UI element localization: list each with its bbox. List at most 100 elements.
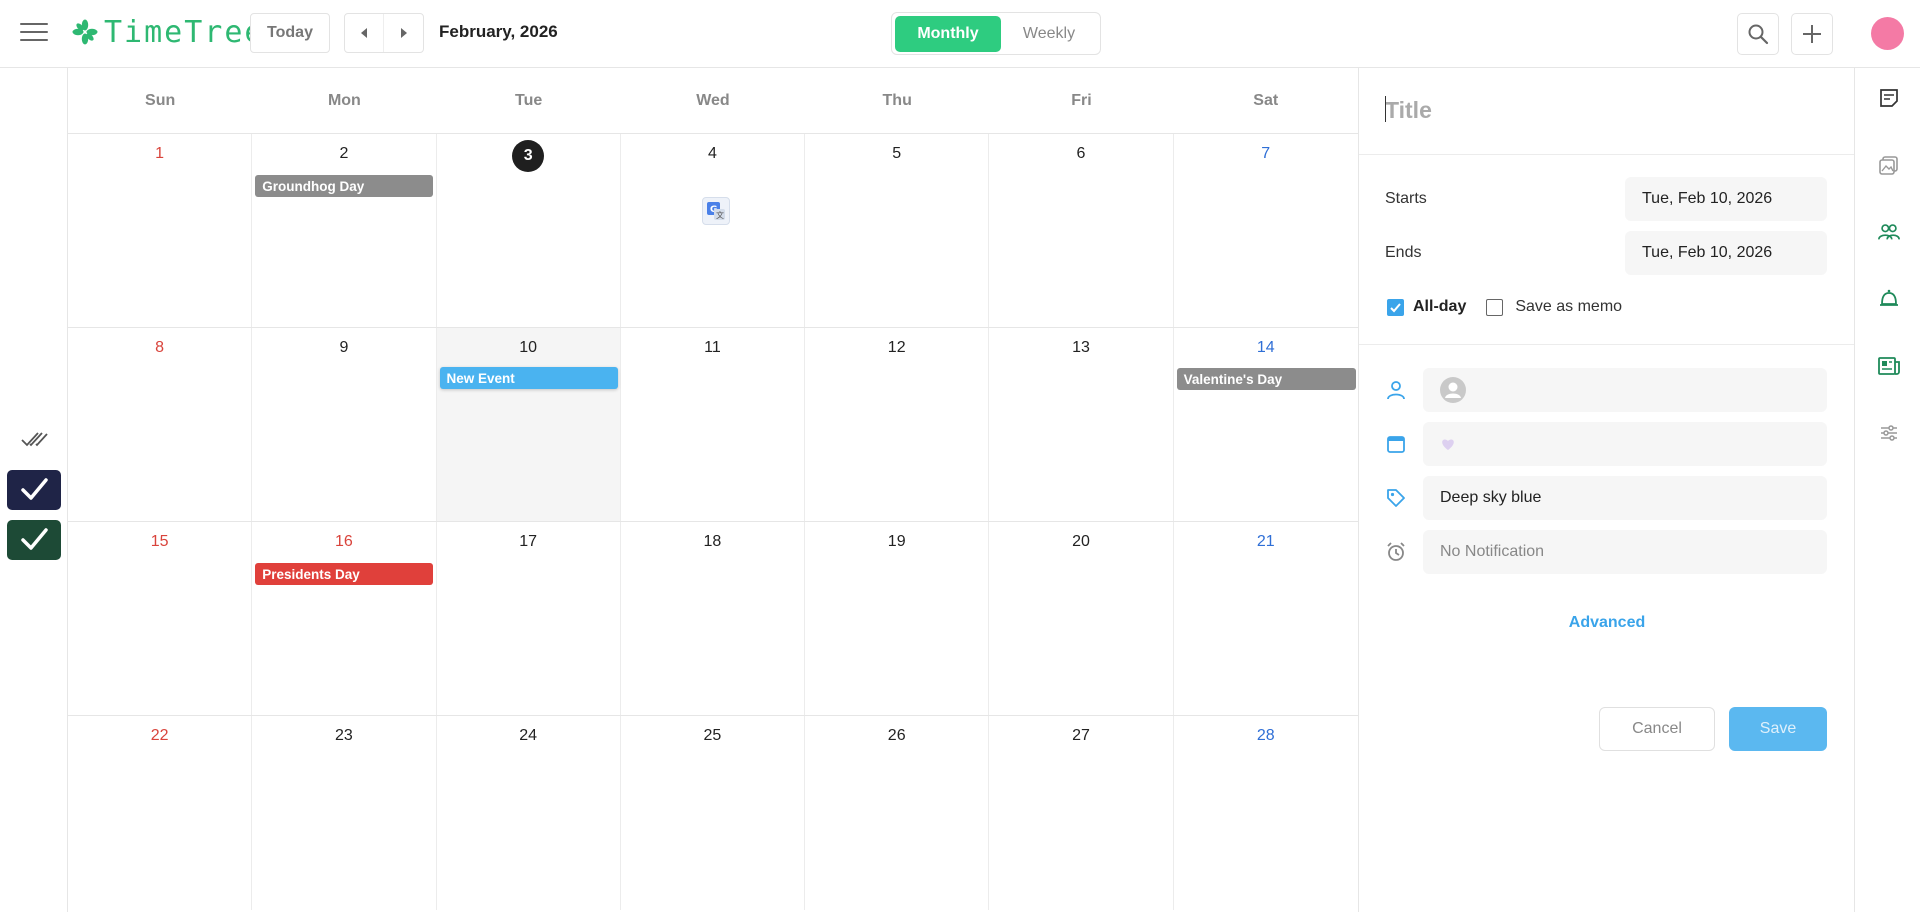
day-cell[interactable]: 11 (621, 328, 806, 521)
day-cell[interactable]: 3 (437, 134, 621, 327)
add-event-button[interactable] (1791, 13, 1833, 55)
weeks-grid: 1 2 Groundhog Day 3 4 G 文 5 6 7 8 9 10 N… (68, 134, 1358, 910)
week-row: 22 23 24 25 26 27 28 (68, 716, 1358, 910)
day-cell[interactable]: 26 (805, 716, 990, 910)
day-cell[interactable]: 22 (68, 716, 253, 910)
title-input[interactable] (1385, 90, 1825, 130)
double-check-icon[interactable] (20, 430, 48, 453)
day-cell[interactable]: 1 (68, 134, 253, 327)
day-number: 15 (150, 533, 169, 550)
day-number: 14 (1256, 339, 1275, 356)
alarm-clock-icon (1385, 541, 1407, 563)
day-number: 4 (707, 145, 717, 162)
day-cell[interactable]: 23 (252, 716, 437, 910)
app-logo[interactable]: TimeTree (72, 14, 265, 50)
next-month-button[interactable] (384, 14, 423, 52)
day-cell[interactable]: 24 (437, 716, 621, 910)
day-number: 1 (155, 145, 165, 162)
day-cell[interactable]: 6 (989, 134, 1174, 327)
attendee-field[interactable] (1423, 368, 1827, 412)
day-cell[interactable]: 16 Presidents Day (252, 522, 437, 715)
notification-bell-icon[interactable] (1877, 287, 1901, 311)
day-number: 23 (335, 727, 353, 744)
memo-checkbox[interactable] (1486, 298, 1504, 316)
cancel-button[interactable]: Cancel (1599, 707, 1715, 751)
day-cell[interactable]: 4 G 文 (621, 134, 806, 327)
day-number: 2 (339, 145, 349, 162)
day-cell[interactable]: 7 (1174, 134, 1358, 327)
notification-row: No Notification (1385, 530, 1827, 574)
advanced-link[interactable]: Advanced (1359, 614, 1855, 632)
divider (1359, 154, 1855, 155)
day-cell[interactable]: 27 (989, 716, 1174, 910)
event-editor-panel: Starts Tue, Feb 10, 2026 Ends Tue, Feb 1… (1358, 68, 1855, 912)
day-cell[interactable]: 15 (68, 522, 253, 715)
tab-monthly[interactable]: Monthly (895, 15, 1001, 52)
save-button[interactable]: Save (1729, 707, 1827, 751)
calendar-thumb-2[interactable] (7, 520, 61, 560)
news-icon[interactable] (1877, 354, 1901, 378)
day-cell[interactable]: 12 (805, 328, 990, 521)
event-presidents-day[interactable]: Presidents Day (255, 563, 433, 585)
day-number: 10 (519, 339, 538, 356)
profile-avatar[interactable] (1871, 17, 1904, 50)
day-number: 11 (704, 339, 721, 356)
current-month-label: February, 2026 (439, 22, 558, 41)
heart-icon (1442, 439, 1454, 450)
notification-field[interactable]: No Notification (1423, 530, 1827, 574)
day-cell[interactable]: 9 (252, 328, 437, 521)
day-cell[interactable]: 25 (621, 716, 806, 910)
next-month-icon (400, 28, 407, 38)
checkmark-icon (1390, 302, 1401, 312)
attendee-row (1385, 368, 1827, 412)
settings-sliders-icon[interactable] (1877, 421, 1901, 445)
day-cell[interactable]: 19 (805, 522, 990, 715)
day-cell[interactable]: 18 (621, 522, 806, 715)
day-cell[interactable]: 14 Valentine's Day (1174, 328, 1358, 521)
event-groundhog-day[interactable]: Groundhog Day (255, 175, 433, 197)
svg-text:文: 文 (716, 210, 724, 220)
day-cell[interactable]: 20 (989, 522, 1174, 715)
day-number: 12 (887, 339, 906, 356)
app-name: TimeTree (104, 14, 265, 50)
day-cell[interactable]: 28 (1174, 716, 1358, 910)
day-cell[interactable]: 2 Groundhog Day (252, 134, 437, 327)
day-cell[interactable]: 17 (437, 522, 621, 715)
menu-icon[interactable] (20, 21, 48, 43)
starts-date-field[interactable]: Tue, Feb 10, 2026 (1625, 177, 1827, 221)
today-button[interactable]: Today (250, 13, 330, 53)
prev-month-button[interactable] (345, 14, 385, 52)
ends-date-field[interactable]: Tue, Feb 10, 2026 (1625, 231, 1827, 275)
day-number: 21 (1256, 533, 1275, 550)
day-cell-selected[interactable]: 10 New Event (436, 328, 621, 521)
image-gallery-icon[interactable] (1877, 153, 1901, 177)
translate-icon[interactable]: G 文 (701, 197, 730, 225)
event-new-event[interactable]: New Event (439, 367, 618, 389)
search-button[interactable] (1737, 13, 1779, 55)
day-cell[interactable]: 8 (68, 328, 253, 521)
weekday-header-row: Sun Mon Tue Wed Thu Fri Sat (68, 68, 1358, 134)
label-color-field[interactable]: Deep sky blue (1423, 476, 1827, 520)
day-cell[interactable]: 21 (1174, 522, 1358, 715)
calendar-field[interactable] (1423, 422, 1827, 466)
week-row: 1 2 Groundhog Day 3 4 G 文 5 6 7 (68, 134, 1358, 328)
day-cell[interactable]: 5 (805, 134, 990, 327)
day-number: 8 (155, 339, 165, 356)
month-calendar: Sun Mon Tue Wed Thu Fri Sat 1 2 Groundho… (68, 68, 1358, 912)
day-number: 24 (519, 727, 538, 744)
day-number: 25 (703, 727, 722, 744)
day-number: 7 (1261, 145, 1271, 162)
event-valentines-day[interactable]: Valentine's Day (1176, 368, 1356, 390)
tab-weekly[interactable]: Weekly (1001, 16, 1097, 52)
check-icon (21, 528, 48, 550)
view-toggle: Monthly Weekly (891, 12, 1101, 55)
day-number: 28 (1256, 727, 1275, 744)
calendar-thumb-1[interactable] (7, 470, 61, 510)
members-icon[interactable] (1877, 220, 1901, 244)
search-icon (1748, 24, 1769, 45)
memo-icon[interactable] (1877, 86, 1901, 110)
allday-checkbox[interactable] (1387, 298, 1404, 316)
divider (1359, 344, 1855, 345)
memo-label: Save as memo (1515, 298, 1623, 315)
day-cell[interactable]: 13 (989, 328, 1174, 521)
